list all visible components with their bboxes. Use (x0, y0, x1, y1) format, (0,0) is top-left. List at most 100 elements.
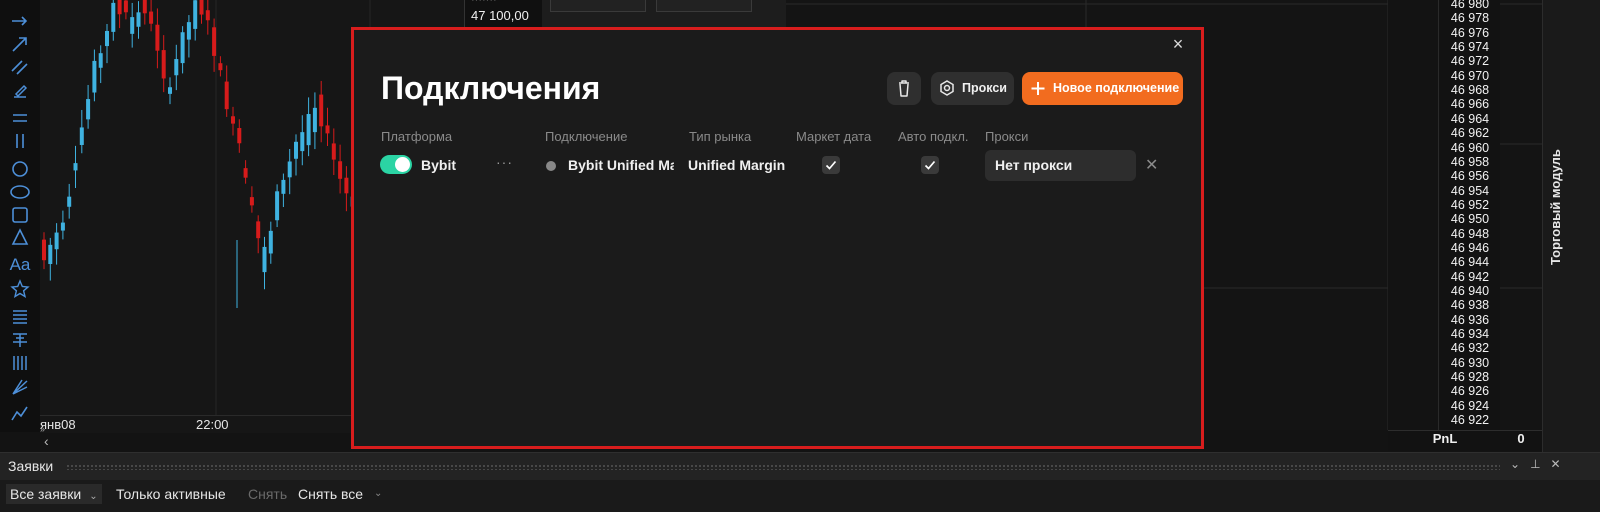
ladder-price[interactable]: 46 930 (1439, 356, 1501, 370)
clear-icon[interactable]: ✕ (1145, 155, 1158, 175)
column-header-market-type: Тип рынка (689, 129, 752, 144)
ladder-volume-column (1500, 0, 1542, 430)
ladder-price[interactable]: 46 944 (1439, 255, 1501, 269)
ladder-price[interactable]: 46 956 (1439, 169, 1501, 183)
arrow-diagonal-icon[interactable] (9, 33, 31, 55)
ladder-price[interactable]: 46 972 (1439, 54, 1501, 68)
ladder-price[interactable]: 46 924 (1439, 399, 1501, 413)
time-label: янв08 (40, 417, 76, 432)
drawing-toolbar: Aa (0, 0, 41, 432)
horizontal-lines-icon[interactable] (9, 107, 31, 129)
only-active-button[interactable]: Только активные (112, 484, 230, 504)
ladder-price[interactable]: 46 976 (1439, 26, 1501, 40)
book-row-partial: ······· (471, 0, 497, 6)
column-header-market-data: Маркет дата (796, 129, 872, 144)
mid-panel (542, 0, 786, 30)
ladder-price[interactable]: 46 938 (1439, 298, 1501, 312)
parallel-lines-icon[interactable] (9, 56, 31, 78)
toggle-knob (395, 157, 410, 172)
mid-button[interactable] (550, 0, 646, 12)
zigzag-icon[interactable] (9, 402, 31, 424)
close-icon[interactable]: × (1170, 35, 1186, 53)
chevron-down-icon[interactable]: ⌄ (1510, 457, 1530, 471)
vertical-lines-icon[interactable] (9, 130, 31, 152)
brush-icon[interactable] (9, 80, 31, 102)
ladder-price[interactable]: 46 978 (1439, 11, 1501, 25)
price-ladder[interactable]: 46 980 46 978 46 976 46 974 46 972 46 970 46 9… (1438, 0, 1502, 430)
ladder-price[interactable]: 46 946 (1439, 241, 1501, 255)
star-icon[interactable] (9, 278, 31, 300)
market-type-value: Unified Margin (688, 157, 786, 173)
trash-icon (899, 80, 909, 97)
pnl-value: 0 (1517, 431, 1525, 446)
checkmark-icon (825, 160, 837, 170)
ladder-price[interactable]: 46 966 (1439, 97, 1501, 111)
column-header-auto-connect: Авто подкл. (898, 129, 969, 144)
cancel-all-button[interactable]: Снять все (294, 484, 367, 504)
delete-button[interactable] (887, 72, 921, 105)
ladder-price[interactable]: 46 936 (1439, 313, 1501, 327)
chevron-down-icon[interactable]: ⌄ (370, 484, 386, 504)
arrow-right-icon[interactable] (9, 10, 31, 32)
orders-toolbar (0, 480, 1600, 512)
settings-hex-icon (940, 80, 954, 96)
ellipse-icon[interactable] (9, 181, 31, 203)
ladder-price[interactable]: 46 942 (1439, 270, 1501, 284)
ladder-price[interactable]: 46 974 (1439, 40, 1501, 54)
vertical-grid-icon[interactable] (9, 352, 31, 374)
ladder-price[interactable]: 46 950 (1439, 212, 1501, 226)
market-data-checkbox[interactable] (822, 156, 840, 174)
proxy-value: Нет прокси (995, 157, 1073, 173)
drag-handle[interactable] (66, 464, 1500, 470)
ladder-price[interactable]: 46 952 (1439, 198, 1501, 212)
orders-filter-select[interactable]: Все заявки ⌄ (6, 484, 102, 504)
orders-title: Заявки (8, 458, 54, 474)
pnl-label: PnL (1432, 431, 1458, 446)
ladder-price[interactable]: 46 934 (1439, 327, 1501, 341)
ladder-price[interactable]: 46 932 (1439, 341, 1501, 355)
dialog-title: Подключения (381, 70, 601, 106)
new-connection-label[interactable]: Новое подключение (1053, 81, 1179, 95)
column-header-connection: Подключение (545, 129, 628, 144)
connection-status-icon (546, 161, 556, 171)
ladder-price[interactable]: 46 954 (1439, 184, 1501, 198)
ladder-price[interactable]: 46 968 (1439, 83, 1501, 97)
order-book: ······· 47 100,00 (464, 0, 543, 30)
close-icon[interactable]: ✕ (1551, 457, 1571, 471)
ladder-price[interactable]: 46 928 (1439, 370, 1501, 384)
pin-icon[interactable]: ⊥ (1530, 457, 1550, 471)
pitchfork-icon[interactable] (9, 329, 31, 351)
cancel-button[interactable]: Снять (244, 484, 291, 504)
fan-icon[interactable] (9, 376, 31, 398)
auto-connect-checkbox[interactable] (921, 156, 939, 174)
proxy-button-label[interactable]: Прокси (962, 81, 1007, 95)
ladder-price[interactable]: 46 940 (1439, 284, 1501, 298)
rectangle-icon[interactable] (9, 204, 31, 226)
panel-controls: ⌄⊥✕ (1510, 457, 1571, 471)
fibonacci-icon[interactable] (9, 306, 31, 328)
column-header-proxy: Прокси (985, 129, 1029, 144)
plus-icon (1031, 82, 1045, 95)
ladder-price[interactable]: 46 970 (1439, 69, 1501, 83)
mid-button[interactable] (656, 0, 752, 12)
ladder-price[interactable]: 46 980 (1439, 0, 1501, 11)
ladder-price[interactable]: 46 960 (1439, 141, 1501, 155)
trading-module-tab[interactable]: Торговый модуль (1540, 149, 1570, 270)
book-price: 47 100,00 (471, 8, 529, 23)
ladder-price[interactable]: 46 922 (1439, 413, 1501, 427)
chevron-down-icon: ⌄ (89, 491, 98, 502)
ladder-price[interactable]: 46 948 (1439, 227, 1501, 241)
ladder-price[interactable]: 46 958 (1439, 155, 1501, 169)
circle-icon[interactable] (9, 158, 31, 180)
text-tool-icon[interactable]: Aa (9, 254, 31, 276)
time-label: 22:00 (196, 417, 229, 432)
connection-name[interactable]: Bybit Unified Ma (568, 157, 674, 173)
ladder-price[interactable]: 46 926 (1439, 384, 1501, 398)
ladder-price[interactable]: 46 964 (1439, 112, 1501, 126)
checkmark-icon (924, 160, 936, 170)
more-icon[interactable]: ··· (496, 154, 513, 170)
ladder-price[interactable]: 46 962 (1439, 126, 1501, 140)
chevron-left-icon[interactable]: ‹ (44, 433, 49, 449)
column-header-platform: Платформа (381, 129, 453, 144)
triangle-icon[interactable] (9, 226, 31, 248)
